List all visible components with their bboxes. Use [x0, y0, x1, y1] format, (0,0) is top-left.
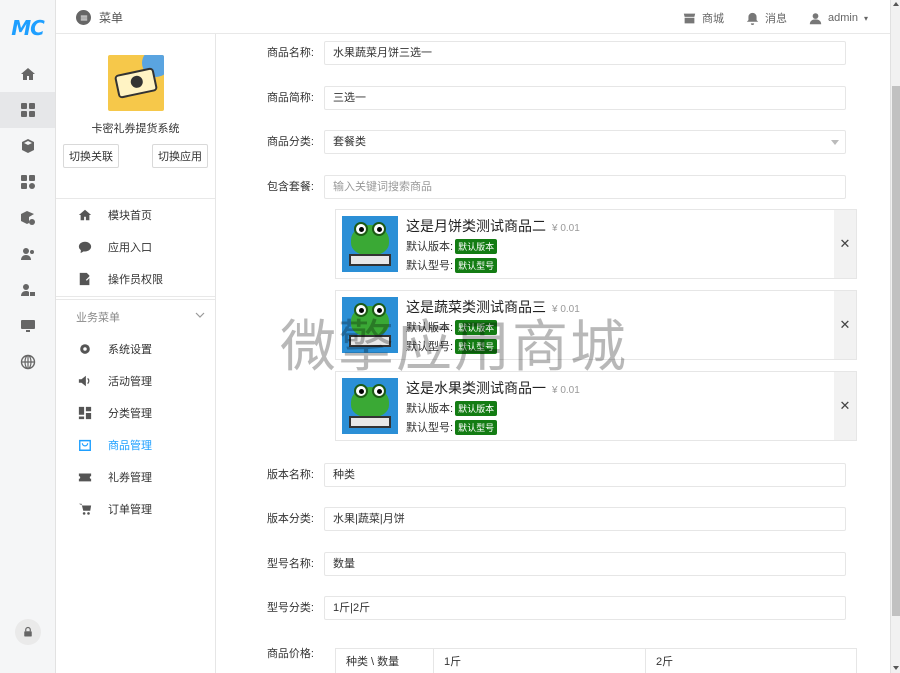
top-nav: 模块首页 应用入口 操作员权限: [56, 199, 215, 297]
scroll-down-icon[interactable]: [893, 666, 899, 670]
chevron-down-icon: ▾: [863, 13, 868, 23]
product-image: [342, 378, 398, 434]
globe-icon[interactable]: [0, 344, 55, 380]
business-nav: 系统设置 活动管理 分类管理 商品管理 礼券管理 订单管理: [56, 333, 215, 525]
version-name-input[interactable]: 种类: [324, 463, 846, 487]
cube-icon[interactable]: [0, 128, 55, 164]
product-price: ¥ 0.01: [552, 223, 580, 234]
app-name: 卡密礼券提货系统: [91, 123, 180, 135]
product-name-input[interactable]: 水果蔬菜月饼三选一: [324, 41, 846, 65]
form-row-category: 商品分类: 套餐类: [216, 130, 890, 154]
monitor-icon[interactable]: [0, 308, 55, 344]
user-lock-icon[interactable]: [0, 272, 55, 308]
close-icon: ✕: [839, 317, 851, 332]
app-card: 卡密礼券提货系统 切换关联 切换应用: [56, 55, 215, 199]
menu-toggle-button[interactable]: 菜单: [76, 9, 123, 26]
menu-label: 菜单: [99, 11, 124, 25]
watermark: 微擎应用商城: [280, 315, 628, 380]
switch-link-button[interactable]: 切换关联: [63, 144, 119, 168]
bell-icon: [746, 12, 759, 25]
chevron-down-icon: [195, 310, 205, 323]
sidebar-item-coupon-management[interactable]: 礼券管理: [56, 461, 215, 493]
scroll-up-icon[interactable]: [893, 2, 899, 6]
app-thumbnail: [107, 55, 164, 111]
sidebar-item-category-management[interactable]: 分类管理: [56, 397, 215, 429]
model-name-input[interactable]: 数量: [324, 552, 846, 576]
product-short-name-input[interactable]: 三选一: [324, 86, 846, 110]
table-header: 2斤: [656, 656, 674, 668]
logo[interactable]: MC: [0, 0, 55, 56]
apps-icon[interactable]: [0, 164, 55, 200]
model-tag: 默认型号: [455, 257, 498, 273]
form-row-model-class: 型号分类: 1斤|2斤: [216, 596, 890, 620]
user-menu[interactable]: admin ▾: [809, 12, 868, 25]
form-row-name: 商品名称: 水果蔬菜月饼三选一: [216, 41, 890, 65]
form-row-package: 包含套餐: 输入关键词搜索商品: [216, 175, 890, 199]
speaker-icon: [78, 375, 90, 387]
bag-icon: [79, 439, 91, 451]
caret-down-icon: [831, 140, 839, 145]
box-settings-icon[interactable]: [0, 200, 55, 236]
sidebar-item-operator-permissions[interactable]: 操作员权限: [56, 263, 215, 295]
close-icon: ✕: [839, 398, 851, 413]
user-icon: [809, 12, 822, 24]
ticket-icon: [78, 473, 92, 482]
sidebar-item-product-management[interactable]: 商品管理: [56, 429, 215, 461]
shop-link[interactable]: 商城: [683, 10, 724, 26]
price-table: 种类 \ 数量 1斤 2斤: [335, 648, 857, 673]
sidebar-item-order-management[interactable]: 订单管理: [56, 493, 215, 525]
form-row-version-class: 版本分类: 水果|蔬菜|月饼: [216, 507, 890, 531]
sidebar-item-app-entry[interactable]: 应用入口: [56, 231, 215, 263]
chat-icon: [78, 241, 92, 254]
module-sidebar: 卡密礼券提货系统 切换关联 切换应用 模块首页 应用入口 操作员权限 业务菜单 …: [56, 34, 216, 673]
close-icon: ✕: [839, 236, 851, 251]
remove-product-button[interactable]: ✕: [834, 291, 856, 359]
product-image: [342, 216, 398, 272]
lock-icon: [15, 619, 41, 645]
model-tag: 默认型号: [455, 419, 498, 435]
gear-icon: [80, 344, 90, 354]
business-menu-group[interactable]: 业务菜单: [56, 299, 215, 333]
model-class-input[interactable]: 1斤|2斤: [324, 596, 846, 620]
icon-rail: MC: [0, 0, 56, 673]
menu-icon: [76, 10, 91, 25]
top-bar: 菜单 商城 消息 admin ▾: [56, 0, 890, 34]
version-class-input[interactable]: 水果|蔬菜|月饼: [324, 507, 846, 531]
home-icon[interactable]: [0, 56, 55, 92]
remove-product-button[interactable]: ✕: [834, 210, 856, 278]
home-icon: [78, 209, 92, 221]
grid-icon[interactable]: [0, 92, 55, 128]
form-row-model-name: 型号名称: 数量: [216, 552, 890, 576]
edit-icon: [79, 272, 92, 286]
remove-product-button[interactable]: ✕: [834, 372, 856, 440]
form-row-version-name: 版本名称: 种类: [216, 463, 890, 487]
sidebar-item-module-home[interactable]: 模块首页: [56, 199, 215, 231]
scrollbar-thumb[interactable]: [892, 86, 900, 616]
version-tag: 默认版本: [455, 400, 498, 416]
package-search-input[interactable]: 输入关键词搜索商品: [324, 175, 846, 199]
messages-link[interactable]: 消息: [746, 10, 787, 26]
table-header: 1斤: [434, 649, 646, 673]
lock-screen-button[interactable]: [0, 619, 56, 645]
table-header: 种类 \ 数量: [336, 649, 434, 673]
page-scrollbar[interactable]: [890, 0, 900, 673]
version-tag: 默认版本: [455, 238, 498, 254]
layout-icon: [78, 406, 92, 420]
product-category-select[interactable]: 套餐类: [324, 130, 846, 154]
product-price: ¥ 0.01: [552, 385, 580, 396]
sidebar-item-system-settings[interactable]: 系统设置: [56, 333, 215, 365]
switch-app-button[interactable]: 切换应用: [152, 144, 208, 168]
product-title: 这是月饼类测试商品二: [406, 218, 546, 234]
store-icon: [683, 13, 696, 23]
cart-icon: [78, 503, 92, 515]
sidebar-item-activity-management[interactable]: 活动管理: [56, 365, 215, 397]
form-row-short-name: 商品简称: 三选一: [216, 86, 890, 110]
package-product-card: 这是月饼类测试商品二 ¥ 0.01 默认版本: 默认版本 默认型号: 默认型号 ✕: [335, 209, 857, 279]
users-icon[interactable]: [0, 236, 55, 272]
